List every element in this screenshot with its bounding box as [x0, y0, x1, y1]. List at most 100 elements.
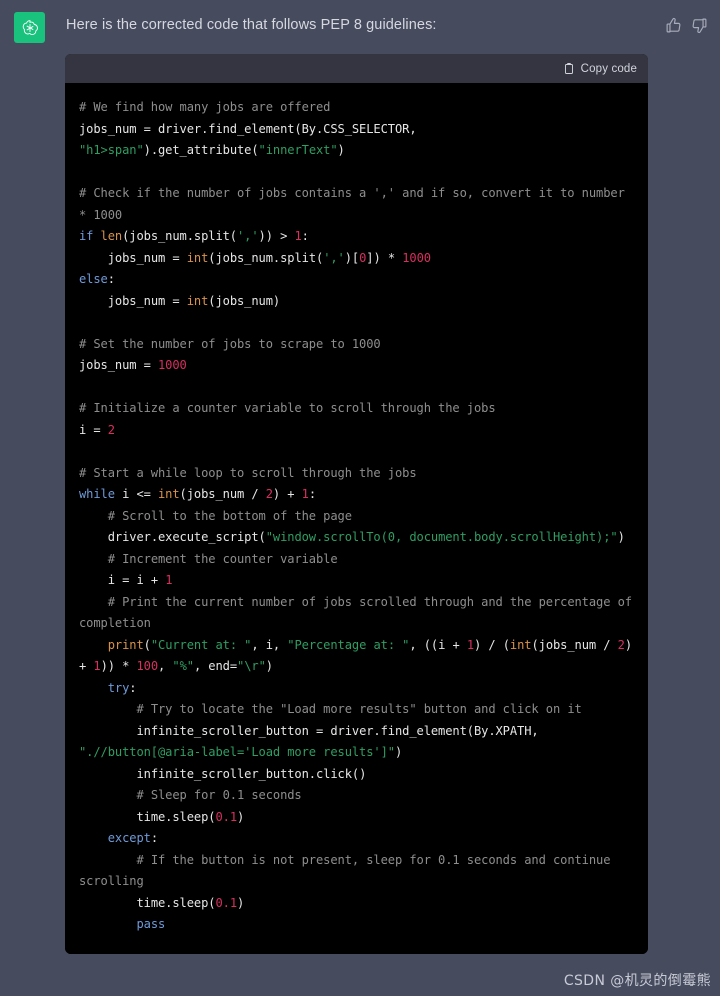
- code-token: 1: [93, 659, 101, 673]
- code-token: jobs_num =: [79, 358, 158, 372]
- code-token: 0.1: [215, 895, 237, 910]
- code-token: i =: [79, 422, 108, 437]
- code-token: 1000: [158, 358, 187, 372]
- code-token: # If the button is not present, sleep fo…: [79, 852, 618, 889]
- code-line: # If the button is not present, sleep fo…: [79, 853, 618, 889]
- code-token: )) >: [258, 229, 295, 243]
- code-token: ): [617, 530, 625, 544]
- code-token: ) / (: [474, 637, 510, 652]
- code-token: jobs_num = driver.find_element(By.CSS_SE…: [79, 121, 424, 136]
- code-line: print("Current at: ", i, "Percentage at:…: [79, 638, 639, 674]
- code-line: jobs_num = driver.find_element(By.CSS_SE…: [79, 122, 424, 158]
- code-token: jobs_num =: [79, 293, 187, 308]
- code-token: 100: [136, 659, 159, 673]
- code-token: ".//button[@aria-label='Load more result…: [79, 745, 395, 759]
- code-token: "\r": [237, 659, 266, 673]
- code-token: # Print the current number of jobs scrol…: [79, 594, 640, 631]
- thumbs-up-icon[interactable]: [665, 17, 682, 34]
- code-line: # Print the current number of jobs scrol…: [79, 595, 639, 631]
- code-line: while i <= int(jobs_num / 2) + 1:: [79, 487, 316, 501]
- code-token: # Sleep for 0.1 seconds: [79, 788, 302, 802]
- code-token: jobs_num =: [79, 250, 187, 265]
- code-token: ,: [158, 659, 173, 673]
- code-token: 2: [107, 422, 115, 437]
- code-token: driver.execute_script(: [79, 530, 266, 544]
- code-token: ',': [323, 250, 345, 265]
- code-token: "window.scrollTo(0, document.body.scroll…: [265, 530, 618, 544]
- code-token: 1: [301, 487, 309, 501]
- code-token: int: [186, 293, 209, 308]
- code-token: ).get_attribute(: [143, 143, 259, 157]
- code-line: # We find how many jobs are offered: [79, 100, 330, 114]
- code-token: , ((i +: [409, 637, 467, 652]
- code-token: ): [337, 143, 345, 157]
- code-token: 2: [617, 637, 625, 652]
- code-token: (jobs_num /: [531, 637, 618, 652]
- code-line: infinite_scroller_button = driver.find_e…: [79, 724, 546, 760]
- code-token: (jobs_num): [208, 293, 281, 308]
- code-token: pass: [79, 917, 166, 931]
- code-line: # Start a while loop to scroll through t…: [79, 466, 417, 480]
- csdn-watermark: CSDN @机灵的倒霉熊: [563, 973, 711, 989]
- code-token: :: [150, 831, 159, 845]
- code-token: (: [143, 637, 151, 652]
- thumbs-down-icon[interactable]: [691, 17, 708, 34]
- code-line: i = i + 1: [79, 573, 173, 587]
- code-token: "%": [172, 659, 194, 673]
- code-token: # Initialize a counter variable to scrol…: [79, 401, 496, 415]
- code-line: if len(jobs_num.split(',')) > 1:: [79, 229, 309, 243]
- code-token: (jobs_num.split(: [122, 229, 237, 243]
- code-token: infinite_scroller_button = driver.find_e…: [79, 723, 546, 738]
- code-token: infinite_scroller_button.click(): [79, 766, 367, 781]
- assistant-message-row: Here is the corrected code that follows …: [0, 0, 720, 43]
- code-token: "Current at: ": [150, 637, 252, 652]
- code-token: :: [129, 680, 137, 695]
- code-line: # Increment the counter variable: [79, 552, 338, 566]
- code-token: :: [308, 487, 317, 501]
- code-token: ) +: [272, 487, 302, 501]
- code-line: else:: [79, 272, 115, 286]
- code-token: (jobs_num.split(: [208, 250, 324, 265]
- code-token: i <=: [122, 487, 158, 501]
- code-token: int: [186, 250, 209, 265]
- code-line: i = 2: [79, 423, 115, 437]
- openai-logo-icon: [14, 12, 45, 43]
- code-token: time.sleep(: [79, 895, 216, 910]
- code-line: # Try to locate the "Load more results" …: [79, 702, 581, 716]
- code-line: # Scroll to the bottom of the page: [79, 509, 352, 523]
- copy-code-label: Copy code: [580, 62, 637, 75]
- code-token: 1000: [402, 250, 431, 265]
- code-line: # Check if the number of jobs contains a…: [79, 186, 632, 222]
- code-line: jobs_num = int(jobs_num): [79, 294, 280, 308]
- code-token: # We find how many jobs are offered: [79, 100, 331, 114]
- code-token: (jobs_num /: [179, 487, 266, 501]
- code-line: except:: [79, 831, 158, 845]
- code-token: :: [107, 272, 115, 286]
- code-token: # Check if the number of jobs contains a…: [79, 186, 632, 222]
- copy-code-button[interactable]: Copy code: [563, 62, 637, 75]
- code-token: :: [301, 229, 309, 243]
- code-line: # Initialize a counter variable to scrol…: [79, 401, 496, 415]
- code-line: try:: [79, 680, 137, 695]
- code-token: else: [79, 272, 108, 286]
- code-content: # We find how many jobs are offered jobs…: [65, 97, 648, 936]
- code-token: ',': [237, 229, 259, 243]
- code-token: ): [265, 659, 273, 673]
- code-line: jobs_num = 1000: [79, 358, 187, 372]
- code-line: jobs_num = int(jobs_num.split(',')[0]) *…: [79, 251, 431, 265]
- code-token: , i,: [251, 637, 288, 652]
- assistant-message-text: Here is the corrected code that follows …: [66, 17, 437, 33]
- code-block-body[interactable]: # We find how many jobs are offered jobs…: [65, 83, 648, 954]
- code-token: "innerText": [258, 143, 338, 157]
- code-token: except: [79, 831, 151, 845]
- code-token: try: [79, 680, 130, 695]
- code-token: ): [394, 745, 403, 759]
- code-token: int: [158, 487, 180, 501]
- code-token: ): [237, 895, 245, 910]
- code-token: i = i +: [79, 573, 166, 587]
- code-token: )[: [344, 250, 360, 265]
- clipboard-icon: [563, 62, 575, 75]
- code-line: time.sleep(0.1): [79, 896, 244, 910]
- code-token: int: [509, 637, 532, 652]
